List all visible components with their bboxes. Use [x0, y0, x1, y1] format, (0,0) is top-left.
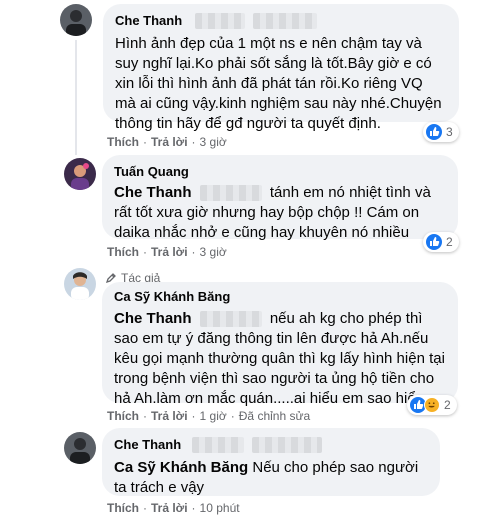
comment-time[interactable]: 1 giờ [200, 409, 227, 423]
redacted-name [199, 311, 262, 328]
reply-button[interactable]: Trả lời [151, 135, 188, 149]
redacted-name [252, 436, 323, 453]
comment-bubble: Che Thanh Hình ảnh đẹp của 1 một ns e nê… [103, 4, 459, 132]
comment-time[interactable]: 3 giờ [200, 135, 227, 149]
reaction-count: 2 [444, 398, 451, 412]
avatar[interactable] [60, 4, 92, 36]
comment-author[interactable]: Tuấn Quang [114, 163, 189, 180]
comment-text: Hình ảnh đẹp của 1 một ns e nên chậm tay… [115, 35, 442, 132]
avatar[interactable] [64, 158, 96, 190]
comment-time[interactable]: 3 giờ [200, 245, 227, 259]
reply-button[interactable]: Trả lời [151, 501, 188, 515]
like-icon [426, 124, 442, 140]
comment-author[interactable]: Ca Sỹ Khánh Băng [114, 288, 230, 305]
thread-line [75, 40, 77, 155]
comment-time[interactable]: 10 phút [200, 501, 240, 515]
comment-actions: Thích · Trả lời · 10 phút [107, 501, 240, 515]
mention-tag[interactable]: Che Thanh [114, 184, 192, 201]
reply-button[interactable]: Trả lời [151, 409, 188, 423]
avatar[interactable] [64, 432, 96, 464]
comment-text: Che Thanh tánh em nó nhiệt tình và rất t… [114, 184, 431, 241]
comment-bubble: Ca Sỹ Khánh Băng Che Thanh nếu ah kg cho… [102, 282, 458, 407]
like-button[interactable]: Thích [107, 409, 139, 423]
like-button[interactable]: Thích [107, 245, 139, 259]
mention-tag[interactable]: Che Thanh [114, 310, 192, 327]
reaction-summary[interactable]: 2 [423, 232, 459, 252]
comment-text: Che Thanh nếu ah kg cho phép thì sao em … [114, 310, 445, 407]
reaction-summary[interactable]: 2 [407, 395, 457, 415]
redacted-name [194, 12, 245, 29]
reaction-summary[interactable]: 3 [423, 122, 459, 142]
edited-label[interactable]: Đã chỉnh sửa [239, 409, 310, 423]
comment-actions: Thích · Trả lời · 3 giờ [107, 245, 227, 259]
comment-author[interactable]: Che Thanh [114, 436, 181, 453]
comment-bubble: Tuấn Quang Che Thanh tánh em nó nhiệt tì… [102, 155, 458, 241]
haha-icon [424, 397, 440, 413]
reaction-count: 3 [446, 125, 453, 139]
redacted-name [253, 12, 318, 29]
comment-text: Ca Sỹ Khánh Băng Nếu cho phép sao người … [114, 459, 419, 496]
reply-button[interactable]: Trả lời [151, 245, 188, 259]
redacted-name [199, 185, 262, 202]
comment-actions: Thích · Trả lời · 3 giờ [107, 135, 227, 149]
like-button[interactable]: Thích [107, 135, 139, 149]
mention-tag[interactable]: Ca Sỹ Khánh Băng [114, 459, 248, 476]
comment-actions: Thích · Trả lời · 1 giờ · Đã chỉnh sửa [107, 409, 311, 423]
comment-bubble: Che Thanh Ca Sỹ Khánh Băng Nếu cho phép … [102, 428, 440, 496]
comment-author[interactable]: Che Thanh [115, 12, 182, 29]
like-button[interactable]: Thích [107, 501, 139, 515]
redacted-name [191, 436, 244, 453]
avatar[interactable] [64, 268, 96, 300]
like-icon [426, 234, 442, 250]
reaction-count: 2 [446, 235, 453, 249]
